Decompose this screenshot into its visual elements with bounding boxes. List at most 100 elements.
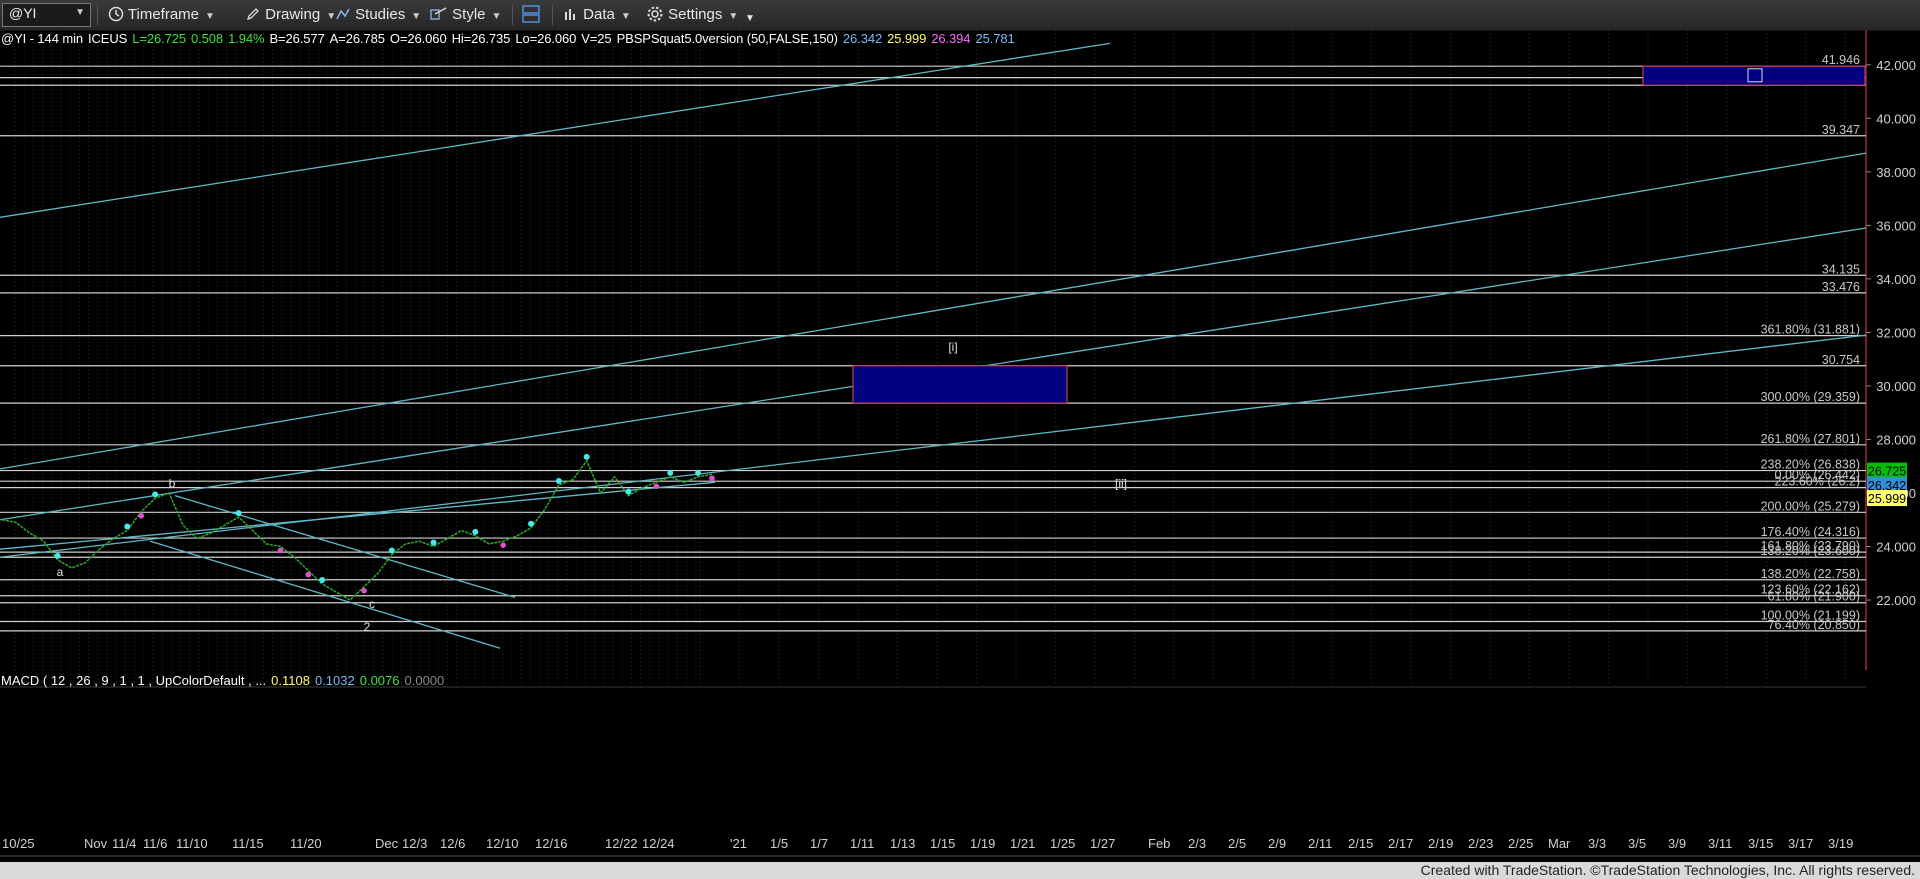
time-label: 11/10 <box>176 836 208 851</box>
study-name: PBSPSquat5.0version (50,FALSE,150) <box>616 31 838 46</box>
toolbar-divider <box>97 5 98 25</box>
macd-info-line: MACD ( 12 , 26 , 9 , 1 , 1 , UpColorDefa… <box>1 673 449 688</box>
settings-button[interactable]: Settings ▼ <box>646 4 738 26</box>
symbol-input[interactable]: @YI ▼ <box>2 3 91 27</box>
axis-tick-label: 40.000 <box>1876 111 1916 126</box>
time-label: 2/25 <box>1508 836 1533 851</box>
time-label: 2/23 <box>1468 836 1493 851</box>
price-axis: 42.000 40.000 38.000 36.000 34.000 32.000 30.0… <box>1866 58 1916 608</box>
time-label: Mar <box>1548 836 1571 851</box>
ask: A=26.785 <box>329 31 385 46</box>
time-label: 1/15 <box>930 836 955 851</box>
price-chart[interactable]: 41.94641.52041.23639.34734.13533.476361.… <box>0 30 1920 862</box>
level-label: 33.476 <box>1822 280 1860 294</box>
time-label: 1/25 <box>1050 836 1075 851</box>
data-button[interactable]: Data ▼ <box>563 4 631 26</box>
axis-tick-label: 28.000 <box>1876 432 1916 447</box>
time-label: Feb <box>1148 836 1170 851</box>
macd-zero: 0.0000 <box>404 673 445 688</box>
study-value-4: 25.781 <box>975 31 1015 46</box>
marker-cyan <box>388 547 395 554</box>
time-label: 12/6 <box>440 836 465 851</box>
level-label: 30.754 <box>1822 353 1860 367</box>
chevron-down-icon[interactable]: ▼ <box>75 7 85 18</box>
marker-cyan <box>319 577 326 583</box>
settings-label: Settings <box>668 6 723 23</box>
time-label: 2/11 <box>1308 836 1332 851</box>
time-label: 3/11 <box>1708 836 1732 851</box>
axis-tick-label: 34.000 <box>1876 272 1916 287</box>
gear-icon <box>647 6 663 22</box>
target-box-i <box>852 365 1068 404</box>
marker-magenta <box>361 587 367 594</box>
change-pct: 1.94% <box>228 31 265 46</box>
time-label: 12/16 <box>535 836 568 851</box>
time-label: 3/19 <box>1828 836 1853 851</box>
marker-cyan <box>667 469 674 476</box>
signal-markers <box>54 453 715 594</box>
time-label: 12/10 <box>486 836 519 851</box>
macd-value: 0.1108 <box>271 673 310 688</box>
overflow-icon[interactable]: ▼ <box>745 8 755 30</box>
studies-icon <box>336 8 350 20</box>
axis-tick-label: 24.000 <box>1876 540 1916 555</box>
bid: B=26.577 <box>269 31 325 46</box>
study-value-1: 26.342 <box>842 31 883 46</box>
time-label: 3/17 <box>1788 836 1813 851</box>
low: Lo=26.060 <box>515 31 577 46</box>
macd-label: MACD ( 12 , 26 , 9 , 1 , 1 , UpColorDefa… <box>1 673 267 688</box>
style-label: Style <box>452 6 486 23</box>
wave-label: c <box>369 597 375 611</box>
style-button[interactable]: Style ▼ <box>430 4 501 26</box>
drawing-button[interactable]: Drawing ▼ <box>245 4 336 26</box>
study-value-3: 26.394 <box>931 31 971 46</box>
exchange: ICEUS <box>87 31 128 46</box>
marker-cyan <box>555 477 562 484</box>
status-bar: Created with TradeStation. ©TradeStation… <box>0 862 1920 879</box>
marker-magenta <box>709 475 715 482</box>
marker-cyan <box>583 453 590 460</box>
marker-cyan <box>472 528 479 535</box>
horizontal-levels: 41.94641.52041.23639.34734.13533.476361.… <box>0 53 1866 632</box>
layout-icon <box>522 5 540 23</box>
toolbar-divider <box>552 5 553 25</box>
time-label: 2/5 <box>1228 836 1246 851</box>
marker-cyan <box>235 510 242 517</box>
drawing-label: Drawing <box>265 6 321 23</box>
timeframe-label: Timeframe <box>127 6 200 23</box>
level-label: 61.80% (21.900) <box>1768 590 1860 604</box>
bar-chart-icon <box>565 9 575 20</box>
copyright-text: Created with TradeStation. ©TradeStation… <box>1420 862 1915 878</box>
timeframe-button[interactable]: Timeframe ▼ <box>108 4 215 26</box>
wave-label: a <box>57 565 64 579</box>
time-label: 1/21 <box>1010 836 1035 851</box>
studies-button[interactable]: Studies ▼ <box>335 4 421 26</box>
level-label: 361.80% (31.881) <box>1761 323 1860 337</box>
channel-line <box>0 152 1867 470</box>
axis-tick-label: 36.000 <box>1876 218 1916 233</box>
level-label: 176.40% (24.316) <box>1761 525 1860 539</box>
time-label: 11/20 <box>290 836 322 851</box>
marker-magenta <box>500 542 506 548</box>
time-label: 2/3 <box>1188 836 1206 851</box>
level-label: 200.00% (25.279) <box>1761 499 1860 513</box>
marker-magenta <box>653 483 660 490</box>
channel-line <box>0 42 1111 218</box>
time-label: 2/15 <box>1348 836 1373 851</box>
time-label: Dec <box>375 836 399 851</box>
time-label: 3/3 <box>1588 836 1606 851</box>
toolbar: @YI ▼ Timeframe ▼ Drawing ▼ Studies ▼ Style… <box>0 0 1920 31</box>
time-label: 3/15 <box>1748 836 1773 851</box>
layout-button[interactable] <box>521 4 541 26</box>
time-label: Nov <box>84 836 108 851</box>
time-label: 2/9 <box>1268 836 1286 851</box>
level-label: 76.40% (20.850) <box>1768 618 1860 632</box>
symbol-interval: @YI - 144 min <box>1 31 83 46</box>
time-label: 1/13 <box>890 836 915 851</box>
time-label: 1/19 <box>970 836 995 851</box>
marker-cyan <box>430 539 437 546</box>
marker-magenta <box>277 547 284 554</box>
axis-tick-label: 42.000 <box>1876 58 1916 73</box>
marker-cyan <box>54 552 61 559</box>
time-label: 11/6 <box>143 836 167 851</box>
